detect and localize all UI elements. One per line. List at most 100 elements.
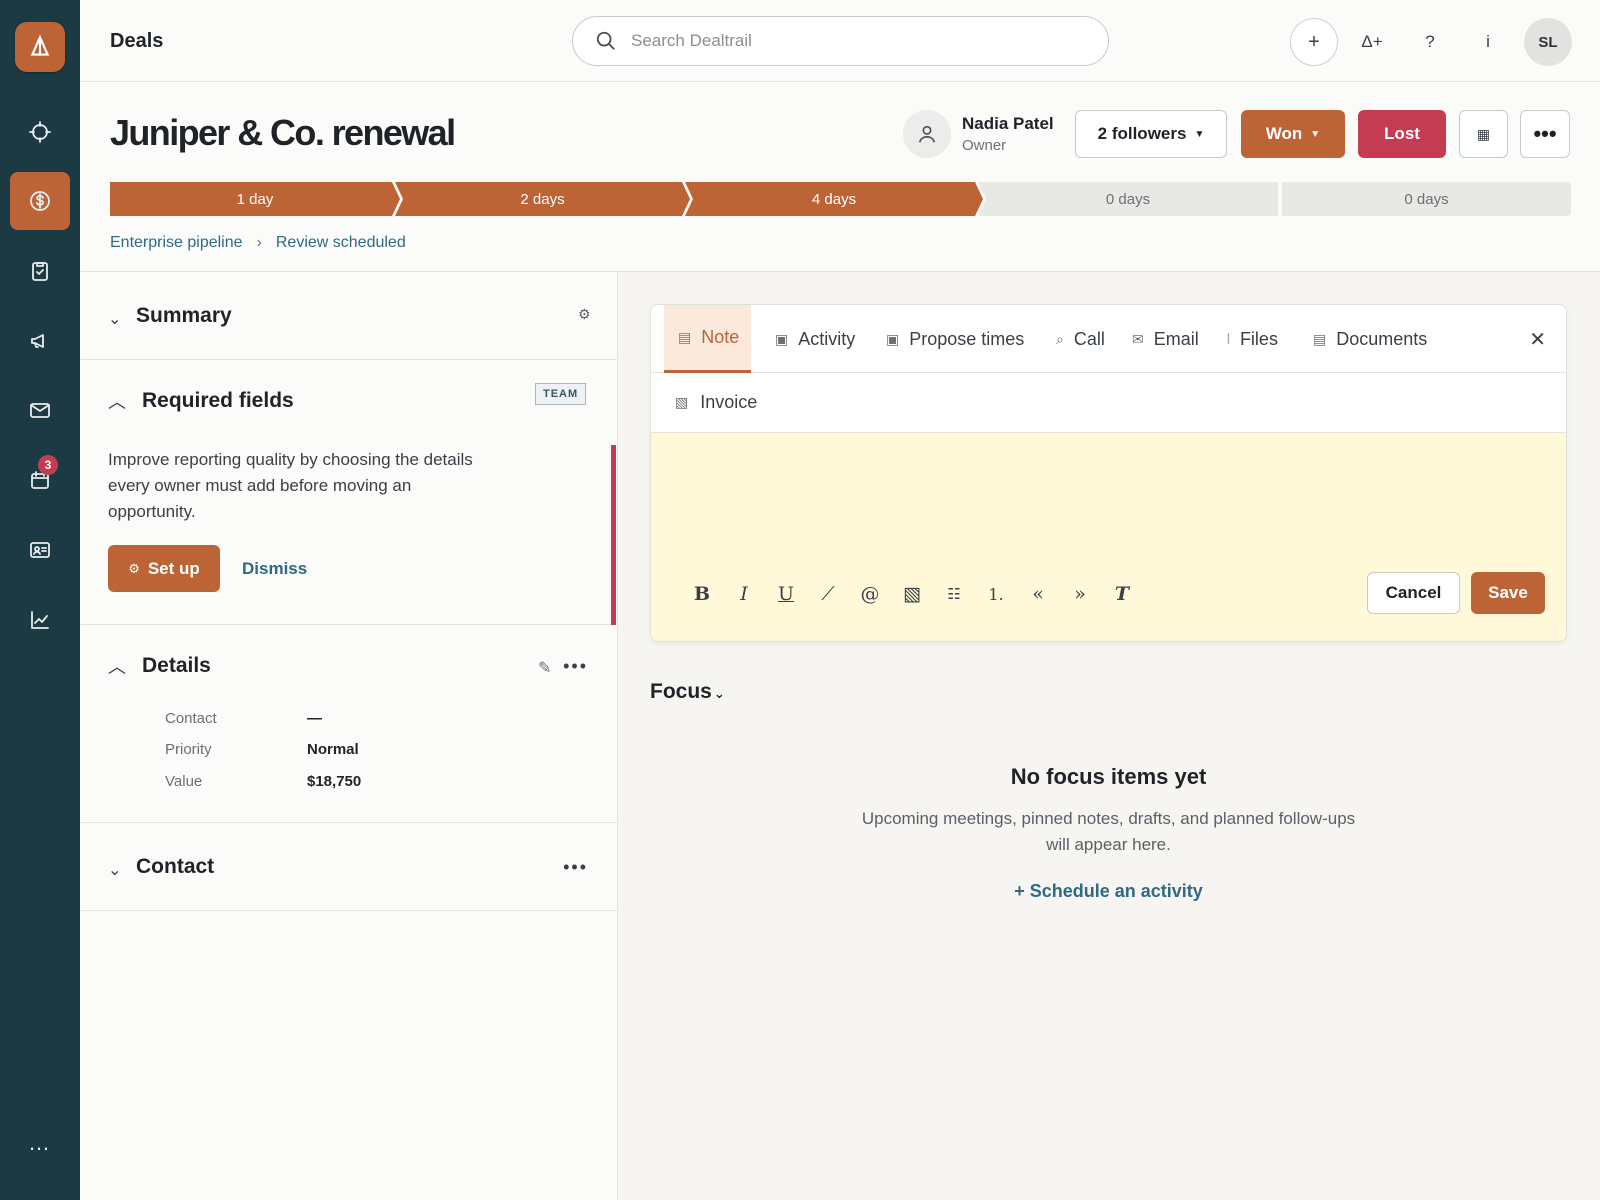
breadcrumb-pipeline[interactable]: Enterprise pipeline xyxy=(110,234,243,252)
tab-note[interactable]: ▤ Note xyxy=(664,305,752,373)
search-icon xyxy=(596,31,615,50)
search-box[interactable] xyxy=(572,16,1109,66)
close-icon[interactable]: ✕ xyxy=(1529,327,1546,352)
detail-value[interactable]: Normal xyxy=(307,741,359,758)
tab-label: Note xyxy=(701,327,740,347)
outdent-icon[interactable]: « xyxy=(1017,583,1059,605)
chevron-down-icon: ⌄ xyxy=(713,686,725,701)
nav-item-calendar[interactable]: 3 xyxy=(10,451,70,509)
chevron-up-icon[interactable]: ︿ xyxy=(108,388,126,414)
nav-item-contacts[interactable] xyxy=(10,521,70,579)
mention-icon[interactable]: @ xyxy=(849,583,891,605)
details-title[interactable]: Details xyxy=(142,654,211,678)
stage-2[interactable]: 2 days xyxy=(395,182,690,216)
stage-5[interactable]: 0 days xyxy=(1282,182,1571,216)
pencil-icon[interactable]: ✎ xyxy=(538,658,551,678)
calendar-badge: 3 xyxy=(38,455,58,475)
contact-title[interactable]: Contact xyxy=(136,855,214,879)
won-button[interactable]: Won ▼ xyxy=(1241,110,1345,158)
help-icon[interactable]: ? xyxy=(1406,18,1454,66)
strike-icon[interactable]: ⟋ xyxy=(807,583,849,605)
focus-title[interactable]: Focus ⌄ xyxy=(650,680,725,704)
tab-label: Propose times xyxy=(909,328,1025,349)
invoice-label: Invoice xyxy=(700,392,758,412)
tab-activity[interactable]: ▣ Activity xyxy=(775,305,855,373)
mail-icon xyxy=(30,403,50,418)
stage-4[interactable]: 0 days xyxy=(978,182,1278,216)
tab-files[interactable]: ⦚ Files xyxy=(1227,305,1278,373)
owner-name[interactable]: Nadia Patel xyxy=(962,114,1054,134)
setup-button[interactable]: ⚙ Set up xyxy=(108,545,220,592)
detail-label: Value xyxy=(165,773,203,790)
more-icon[interactable]: ••• xyxy=(563,857,588,878)
bold-icon[interactable]: B xyxy=(681,583,723,605)
tab-email[interactable]: ✉ Email xyxy=(1132,305,1199,373)
bullet-list-icon[interactable]: ☷ xyxy=(933,585,975,603)
stage-3[interactable]: 4 days xyxy=(685,182,983,216)
breadcrumb: Enterprise pipeline › Review scheduled xyxy=(110,234,406,252)
gear-icon[interactable]: ⚙ xyxy=(578,306,591,323)
user-avatar[interactable]: SL xyxy=(1524,18,1572,66)
nav-item-campaigns[interactable] xyxy=(10,312,70,370)
tab-documents[interactable]: ▤ Documents xyxy=(1313,305,1427,373)
summary-title[interactable]: Summary xyxy=(136,304,232,328)
email-icon: ✉ xyxy=(1132,330,1144,347)
note-composer: ▤ Note ▣ Activity ▣ Propose times ⌕ Call ✉ Em… xyxy=(650,304,1567,642)
search-input[interactable] xyxy=(631,31,1071,51)
dismiss-link[interactable]: Dismiss xyxy=(242,559,307,579)
info-icon[interactable]: i xyxy=(1464,18,1512,66)
followers-button[interactable]: 2 followers ▼ xyxy=(1075,110,1227,158)
sidebar: 3 … xyxy=(0,0,80,1200)
tab-call[interactable]: ⌕ Call xyxy=(1056,305,1105,373)
sail-logo-icon xyxy=(30,34,50,56)
owner-avatar[interactable] xyxy=(903,110,951,158)
more-actions-button[interactable]: ••• xyxy=(1520,110,1570,158)
indent-icon[interactable]: » xyxy=(1059,583,1101,605)
chart-line-icon xyxy=(31,611,49,629)
note-editor[interactable]: B I U ⟋ @ ▧ ☷ 1. « » T Cancel Save xyxy=(651,433,1566,641)
nav-item-insights[interactable] xyxy=(10,591,70,649)
detail-label: Priority xyxy=(165,741,212,758)
invoice-tab[interactable]: ▧ Invoice xyxy=(651,373,1566,433)
setup-label: Set up xyxy=(147,558,200,578)
invite-user-icon[interactable]: Δ+ xyxy=(1348,18,1396,66)
detail-value[interactable]: — xyxy=(307,710,322,727)
add-button[interactable]: + xyxy=(1290,18,1338,66)
italic-icon[interactable]: I xyxy=(723,583,765,605)
chevron-down-icon[interactable]: ⌄ xyxy=(108,309,121,329)
breadcrumb-stage[interactable]: Review scheduled xyxy=(276,234,406,252)
tab-propose-times[interactable]: ▣ Propose times xyxy=(886,305,1024,373)
more-icon[interactable]: ••• xyxy=(563,656,588,677)
nav-item-tasks[interactable] xyxy=(10,242,70,300)
megaphone-icon xyxy=(31,334,44,348)
required-fields-description: Improve reporting quality by choosing th… xyxy=(108,450,473,521)
schedule-activity-link[interactable]: + Schedule an activity xyxy=(650,881,1567,902)
app-logo[interactable] xyxy=(15,22,65,72)
underline-icon[interactable]: U xyxy=(765,583,807,605)
tab-label: Files xyxy=(1239,328,1278,349)
detail-value[interactable]: $18,750 xyxy=(307,773,361,790)
grid-icon[interactable]: ▦ xyxy=(1459,110,1508,158)
detail-label: Contact xyxy=(165,710,217,727)
target-icon xyxy=(29,121,51,143)
cancel-button[interactable]: Cancel xyxy=(1367,572,1460,614)
save-button[interactable]: Save xyxy=(1471,572,1545,614)
nav-item-leads[interactable] xyxy=(10,103,70,161)
required-fields-title[interactable]: Required fields xyxy=(142,389,294,413)
sidebar-more-icon[interactable]: … xyxy=(10,1130,70,1160)
chevron-down-icon[interactable]: ⌄ xyxy=(108,860,121,880)
left-panel: ⌄ Summary ⚙ ︿ Required fields TEAM Impro… xyxy=(80,272,618,1200)
nav-item-deals[interactable] xyxy=(10,172,70,230)
chevron-up-icon[interactable]: ︿ xyxy=(108,653,126,679)
stage-1[interactable]: 1 day xyxy=(110,182,400,216)
image-icon[interactable]: ▧ xyxy=(891,583,933,605)
person-icon xyxy=(918,125,936,143)
team-tag: TEAM xyxy=(535,383,587,405)
details-section: ︿ Details ✎ ••• Contact — Priority Norma… xyxy=(80,625,618,823)
lost-button[interactable]: Lost xyxy=(1358,110,1446,158)
invoice-icon: ▧ xyxy=(675,394,689,410)
nav-item-mail[interactable] xyxy=(10,381,70,439)
summary-section: ⌄ Summary ⚙ xyxy=(80,272,618,360)
clear-format-icon[interactable]: T xyxy=(1101,583,1143,605)
numbered-list-icon[interactable]: 1. xyxy=(975,585,1017,604)
